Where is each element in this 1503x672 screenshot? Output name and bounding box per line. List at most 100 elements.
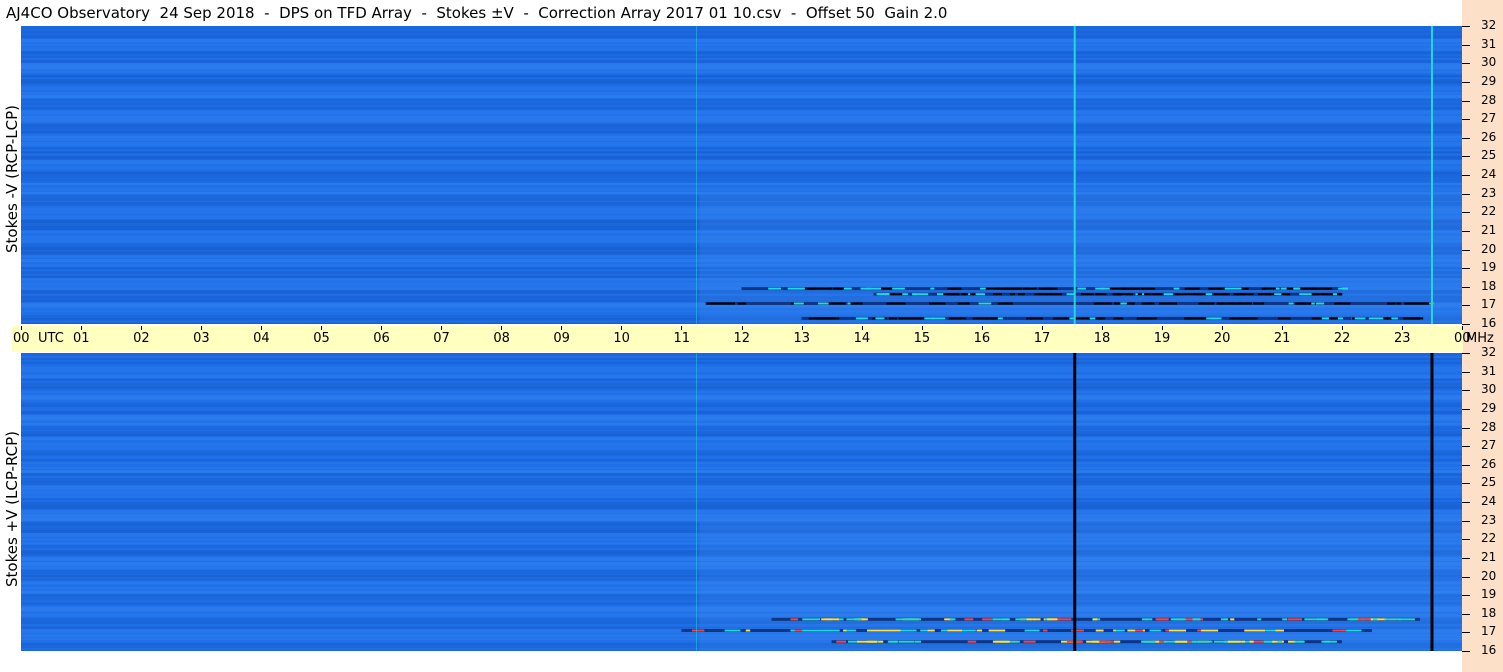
emission-speckle: [1346, 629, 1362, 632]
frequency-tick: [1462, 520, 1470, 522]
emission-speckle: [1183, 317, 1191, 320]
emission-speckle: [1163, 293, 1173, 296]
emission-speckle: [1163, 302, 1174, 305]
emission-speckle: [1026, 317, 1032, 320]
emission-speckle: [998, 302, 1005, 305]
emission-speckle: [1224, 287, 1242, 290]
utc-tick: [741, 326, 743, 330]
emission-speckle: [833, 287, 845, 290]
emission-speckle: [1053, 317, 1070, 320]
emission-speckle: [846, 618, 862, 621]
emission-speckle: [843, 287, 852, 290]
emission-speckle: [978, 302, 992, 305]
utc-tick-label: 08: [493, 331, 510, 346]
noise-band: [21, 119, 1462, 123]
utc-tick: [141, 326, 143, 330]
emission-speckle: [1066, 293, 1075, 296]
emission-speckle: [960, 629, 976, 632]
noise-band: [21, 453, 1462, 456]
noise-band: [21, 102, 1462, 106]
utc-tick: [321, 326, 323, 330]
frequency-tick-label: 17: [1481, 297, 1497, 312]
frequency-tick-label: 32: [1481, 18, 1497, 32]
frequency-tick-label: 17: [1481, 624, 1497, 639]
noise-band: [21, 473, 1462, 476]
frequency-tick: [1462, 26, 1470, 27]
emission-speckle: [911, 293, 917, 296]
emission-speckle: [947, 287, 962, 290]
emission-speckle: [927, 629, 935, 632]
noise-band: [21, 66, 1462, 70]
frequency-tick-label: 28: [1481, 92, 1497, 107]
emission-speckle: [817, 302, 829, 305]
emission-speckle: [1048, 287, 1058, 290]
utc-tick-label: 11: [673, 331, 690, 346]
noise-band: [21, 382, 1462, 386]
emission-speckle: [1244, 629, 1259, 632]
emission-speckle: [1144, 293, 1151, 296]
frequency-tick-label: 18: [1481, 278, 1497, 293]
noise-band: [21, 55, 1462, 58]
emission-speckle: [985, 287, 999, 290]
emission-speckle: [818, 287, 833, 290]
noise-band: [21, 79, 1462, 83]
emission-speckle: [846, 629, 856, 632]
frequency-tick-label: 26: [1481, 129, 1497, 144]
emission-speckle: [1099, 640, 1114, 643]
emission-speckle: [1281, 293, 1291, 296]
noise-band: [21, 385, 1462, 390]
vertical-marker-line: [695, 26, 697, 324]
emission-speckle: [1206, 317, 1214, 320]
emission-speckle: [906, 618, 913, 621]
emission-speckle: [811, 287, 816, 290]
emission-speckle: [1081, 293, 1094, 296]
noise-band: [21, 135, 1462, 138]
frequency-tick-label: 23: [1481, 512, 1497, 527]
frequency-tick-label: 29: [1481, 400, 1497, 415]
frequency-tick: [1462, 446, 1470, 448]
emission-speckle: [1141, 618, 1148, 621]
emission-speckle: [1384, 618, 1401, 621]
utc-tick-label: 22: [1333, 331, 1351, 346]
emission-speckle: [1218, 302, 1235, 305]
utc-tick-label: 19: [1153, 331, 1171, 346]
emission-speckle: [1326, 287, 1333, 290]
noise-band: [21, 126, 1462, 130]
noise-band: [21, 397, 1462, 401]
utc-tick-label: 01: [73, 331, 90, 346]
utc-tick: [921, 326, 923, 330]
utc-time-axis-bar: 00 01 02 03 04 05 06 07 08 09 10 11 12 13 14 15 16 17 18 19…: [12, 326, 1494, 352]
noise-band: [21, 494, 1462, 499]
noise-band: [21, 34, 1462, 39]
top-spectrogram-panel: [21, 26, 1462, 324]
utc-tick: [261, 326, 263, 330]
frequency-tick-label: 18: [1481, 605, 1497, 620]
emission-speckle: [1314, 287, 1328, 290]
emission-speckle: [1194, 640, 1199, 643]
frequency-tick: [1462, 427, 1470, 429]
frequency-tick: [1462, 63, 1470, 65]
frequency-tick-label: 24: [1481, 167, 1497, 181]
emission-speckle: [821, 618, 839, 621]
emission-speckle: [1047, 618, 1058, 621]
emission-speckle: [997, 317, 1003, 320]
noise-band: [21, 433, 1462, 437]
emission-speckle: [949, 618, 956, 621]
emission-speckle: [946, 629, 962, 632]
utc-tick-label: 09: [553, 331, 570, 346]
emission-speckle: [957, 302, 964, 305]
emission-speckle: [1042, 629, 1048, 632]
emission-speckle: [889, 640, 898, 643]
noise-band: [21, 514, 1462, 518]
top-panel-ylabel: Stokes -V (RCP-LCP): [3, 105, 21, 253]
utc-tick-label: 20: [1213, 331, 1231, 346]
emission-speckle: [1311, 287, 1316, 290]
noise-band: [21, 510, 1462, 514]
frequency-tick: [1462, 286, 1470, 288]
vertical-marker-line: [1430, 26, 1433, 324]
emission-speckle: [1414, 302, 1430, 305]
bottom-spectrogram-panel: [21, 353, 1462, 651]
noise-band: [21, 47, 1462, 51]
frequency-tick-label: 32: [1481, 345, 1497, 359]
frequency-tick: [1462, 230, 1470, 232]
